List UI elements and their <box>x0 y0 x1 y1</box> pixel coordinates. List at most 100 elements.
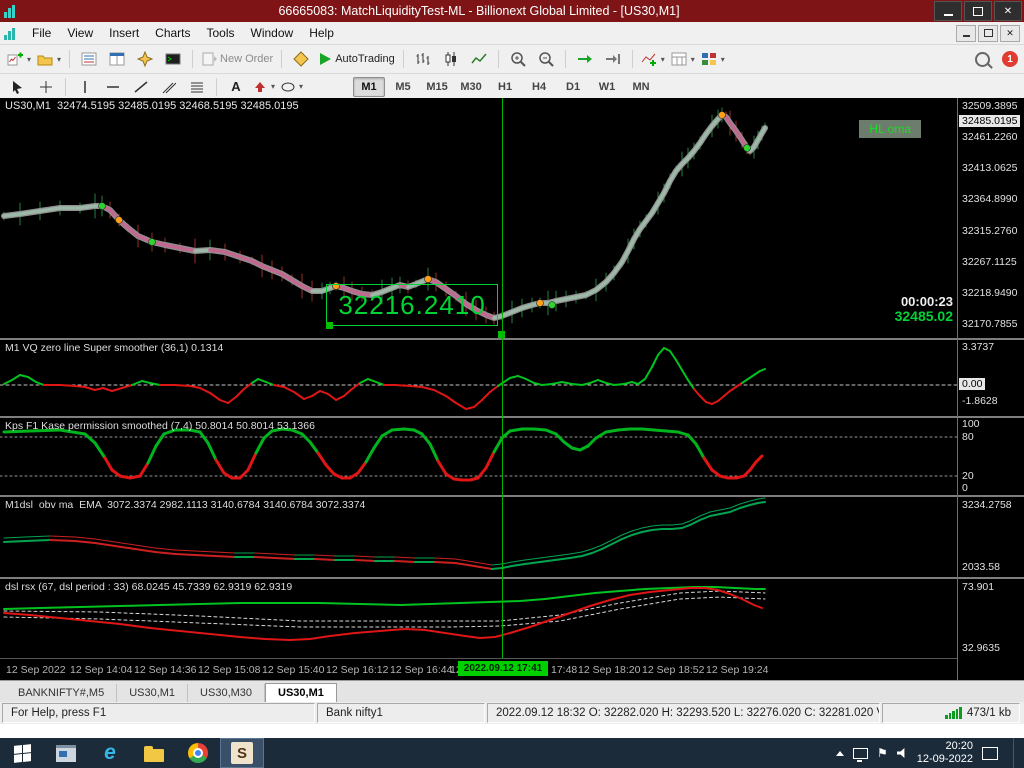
search-button[interactable] <box>968 48 996 70</box>
arrow-tool-icon <box>255 81 265 92</box>
new-order-button[interactable]: New Order <box>198 48 276 70</box>
minimize-button[interactable] <box>934 1 962 21</box>
vertical-line-tool-button[interactable] <box>71 76 99 98</box>
chart-minimize-button[interactable] <box>956 24 976 42</box>
obv-indicator-panel[interactable]: M1dsl obv ma EMA 3072.3374 2982.1113 314… <box>0 497 957 577</box>
menu-item-view[interactable]: View <box>59 24 101 42</box>
templates-button[interactable]: ▾ <box>698 48 728 70</box>
metaeditor-button[interactable] <box>287 48 315 70</box>
timeframe-m15-button[interactable]: M15 <box>421 77 453 97</box>
crosshair-tool-button[interactable] <box>32 76 60 98</box>
cursor-tool-button[interactable] <box>4 76 32 98</box>
taskbar-file-explorer-button[interactable] <box>132 738 176 768</box>
taskbar-clock[interactable]: 20:20 12-09-2022 <box>917 740 973 766</box>
taskbar-internet-explorer-button[interactable]: e <box>88 738 132 768</box>
rsx-scale[interactable]: 73.901 32.9635 <box>958 579 1024 658</box>
menu-item-help[interactable]: Help <box>301 24 342 42</box>
data-window-icon <box>109 52 125 66</box>
shapes-tool-button[interactable]: ▾ <box>278 76 306 98</box>
notifications-button[interactable]: 1 <box>996 48 1024 70</box>
chart-restore-button[interactable] <box>978 24 998 42</box>
timeframe-m1-button[interactable]: M1 <box>353 76 386 97</box>
speaker-tray-icon[interactable] <box>896 748 905 758</box>
new-chart-button[interactable]: ▾ <box>4 48 34 70</box>
timeframe-d1-button[interactable]: D1 <box>557 77 589 97</box>
terminal-button[interactable] <box>159 48 187 70</box>
bar-chart-icon <box>416 53 430 65</box>
main-chart-panel[interactable]: US30,M1 32474.5195 32485.0195 32468.5195… <box>0 98 957 338</box>
market-watch-button[interactable] <box>75 48 103 70</box>
scale-label: 20 <box>962 470 974 482</box>
price-scale-column[interactable]: 32509.3895 32485.0195 32461.2260 32413.0625… <box>957 98 1024 680</box>
chart-tab-1[interactable]: BANKNIFTY#,M5 <box>6 684 118 702</box>
status-help-text: For Help, press F1 <box>2 703 315 723</box>
line-chart-button[interactable] <box>465 48 493 70</box>
start-button[interactable] <box>0 738 44 768</box>
display-tray-icon[interactable] <box>852 747 868 762</box>
chart-tab-2[interactable]: US30,M1 <box>117 684 189 702</box>
show-desktop-button[interactable] <box>1013 738 1018 768</box>
plot-column[interactable]: US30,M1 32474.5195 32485.0195 32468.5195… <box>0 98 957 681</box>
channel-tool-button[interactable] <box>155 76 183 98</box>
flag-tray-icon[interactable]: ⚑ <box>877 747 888 759</box>
timeframe-mn-button[interactable]: MN <box>625 77 657 97</box>
countdown-timer: 00:00:23 <box>900 294 953 309</box>
menu-item-charts[interactable]: Charts <box>147 24 198 42</box>
timeframe-w1-button[interactable]: W1 <box>591 77 623 97</box>
obv-scale[interactable]: 3234.2758 2033.58 <box>958 497 1024 577</box>
action-center-icon[interactable] <box>982 746 998 760</box>
scale-label: 32.9635 <box>962 642 1000 654</box>
menu-item-file[interactable]: File <box>24 24 59 42</box>
navigator-button[interactable] <box>131 48 159 70</box>
chart-tab-3[interactable]: US30,M30 <box>188 684 266 702</box>
chart-shift-button[interactable] <box>599 48 627 70</box>
zoom-out-button[interactable] <box>532 48 560 70</box>
horizontal-line-tool-button[interactable] <box>99 76 127 98</box>
taskbar-chrome-button[interactable] <box>176 738 220 768</box>
status-account-text: Bank nifty1 <box>317 703 485 723</box>
bar-chart-button[interactable] <box>409 48 437 70</box>
scale-label: 32218.9490 <box>962 287 1018 299</box>
taskbar-server-manager-button[interactable] <box>44 738 88 768</box>
autotrading-button[interactable]: AutoTrading <box>315 48 398 70</box>
profiles-button[interactable]: ▾ <box>34 48 64 70</box>
taskbar-mt4-button[interactable]: S <box>220 738 264 768</box>
connection-bars-icon <box>945 707 962 719</box>
scale-label: 3.3737 <box>962 341 995 353</box>
vq-scale[interactable]: 3.3737 0.00 -1.8628 <box>958 340 1024 416</box>
chart-tab-4[interactable]: US30,M1 <box>265 683 337 702</box>
main-price-scale[interactable]: 32509.3895 32485.0195 32461.2260 32413.0625… <box>958 98 1024 338</box>
time-axis[interactable]: 12 Sep 2022 12 Sep 14:04 12 Sep 14:36 12 Se… <box>0 658 957 681</box>
auto-scroll-button[interactable] <box>571 48 599 70</box>
data-window-button[interactable] <box>103 48 131 70</box>
timeframe-h1-button[interactable]: H1 <box>489 77 521 97</box>
candlestick-chart-button[interactable] <box>437 48 465 70</box>
zoom-in-button[interactable] <box>504 48 532 70</box>
timeframe-m30-button[interactable]: M30 <box>455 77 487 97</box>
connection-speed-text: 473/1 kb <box>966 707 1011 719</box>
fibonacci-tool-button[interactable] <box>183 76 211 98</box>
menu-item-insert[interactable]: Insert <box>101 24 147 42</box>
kase-scale[interactable]: 100 80 20 0 <box>958 418 1024 495</box>
close-button[interactable]: ✕ <box>994 1 1022 21</box>
trendline-tool-button[interactable] <box>127 76 155 98</box>
hidden-icons-caret[interactable] <box>835 750 844 756</box>
menu-item-tools[interactable]: Tools <box>199 24 243 42</box>
menu-item-window[interactable]: Window <box>243 24 302 42</box>
new-order-icon <box>202 52 218 66</box>
chart-close-button[interactable]: ✕ <box>1000 24 1020 42</box>
text-tool-button[interactable]: A <box>222 76 250 98</box>
periods-button[interactable]: ▾ <box>668 48 698 70</box>
vq-indicator-panel[interactable]: M1 VQ zero line Super smoother (36,1) 0.… <box>0 340 957 416</box>
indicators-button[interactable]: ▾ <box>638 48 668 70</box>
windows-logo-icon <box>13 743 31 763</box>
kase-indicator-panel[interactable]: Kps F1 Kase permission smoothed (7,4) 50… <box>0 418 957 495</box>
candlestick-chart-icon <box>445 52 456 66</box>
rsx-indicator-panel[interactable]: dsl rsx (67, dsl period : 33) 68.0245 45… <box>0 579 957 658</box>
arrows-tool-button[interactable]: ▾ <box>250 76 278 98</box>
timeframe-h4-button[interactable]: H4 <box>523 77 555 97</box>
scale-label: -1.8628 <box>962 395 998 407</box>
title-bar[interactable]: 66665083: MatchLiquidityTest-ML - Billio… <box>0 0 1024 22</box>
restore-button[interactable] <box>964 1 992 21</box>
timeframe-m5-button[interactable]: M5 <box>387 77 419 97</box>
